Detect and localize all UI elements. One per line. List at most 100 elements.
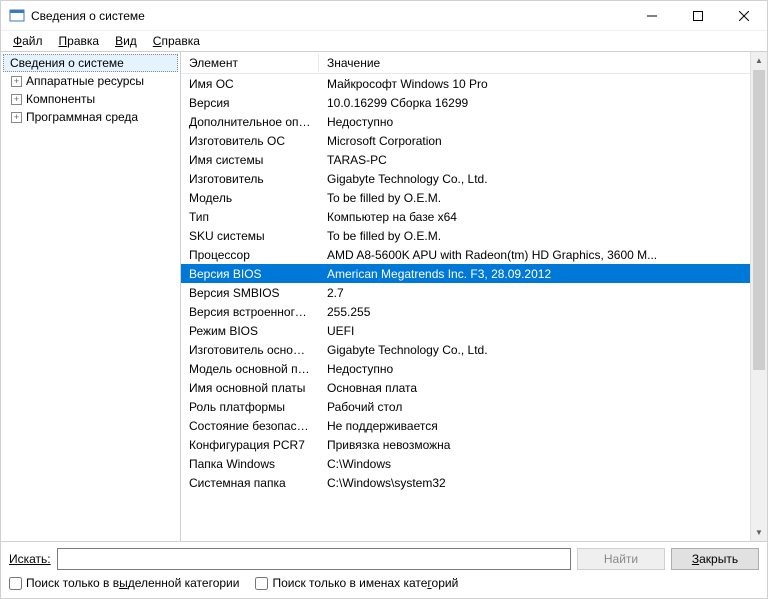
cell-value: Gigabyte Technology Co., Ltd. — [319, 342, 767, 358]
cell-value: Компьютер на базе x64 — [319, 209, 767, 225]
cell-key: Изготовитель основно... — [181, 342, 319, 358]
table-row[interactable]: Состояние безопасно...Не поддерживается — [181, 416, 767, 435]
tree-root[interactable]: Сведения о системе — [3, 54, 178, 72]
table-row[interactable]: ТипКомпьютер на базе x64 — [181, 207, 767, 226]
window-controls — [629, 1, 767, 30]
minimize-button[interactable] — [629, 1, 675, 30]
detail-table: Элемент Значение Имя ОСМайкрософт Window… — [181, 52, 767, 541]
table-row[interactable]: Папка WindowsC:\Windows — [181, 454, 767, 473]
checkbox-row: Поиск только в выделенной категории Поис… — [9, 576, 759, 590]
table-row[interactable]: Имя основной платыОсновная плата — [181, 378, 767, 397]
tree-item-hardware[interactable]: +Аппаратные ресурсы — [1, 72, 180, 90]
cell-key: Папка Windows — [181, 456, 319, 472]
cell-value: Недоступно — [319, 361, 767, 377]
table-row[interactable]: Режим BIOSUEFI — [181, 321, 767, 340]
plus-icon[interactable]: + — [11, 76, 22, 87]
cell-value: Microsoft Corporation — [319, 133, 767, 149]
cell-key: SKU системы — [181, 228, 319, 244]
menu-help[interactable]: Справка — [145, 32, 208, 50]
table-row[interactable]: ПроцессорAMD A8-5600K APU with Radeon(tm… — [181, 245, 767, 264]
checkbox-selected-category-input[interactable] — [9, 577, 22, 590]
cell-key: Изготовитель ОС — [181, 133, 319, 149]
app-icon — [9, 8, 25, 24]
column-element[interactable]: Элемент — [181, 54, 319, 72]
cell-value: To be filled by O.E.M. — [319, 228, 767, 244]
close-button[interactable] — [721, 1, 767, 30]
cell-key: Изготовитель — [181, 171, 319, 187]
main-content: Сведения о системе +Аппаратные ресурсы +… — [1, 51, 767, 541]
table-row[interactable]: Конфигурация PCR7Привязка невозможна — [181, 435, 767, 454]
titlebar: Сведения о системе — [1, 1, 767, 31]
cell-key: Тип — [181, 209, 319, 225]
search-label: Искать: — [9, 552, 51, 566]
cell-value: Рабочий стол — [319, 399, 767, 415]
cell-value: C:\Windows — [319, 456, 767, 472]
cell-key: Состояние безопасно... — [181, 418, 319, 434]
table-row[interactable]: МодельTo be filled by O.E.M. — [181, 188, 767, 207]
cell-value: TARAS-PC — [319, 152, 767, 168]
find-button[interactable]: Найти — [577, 548, 665, 570]
table-row[interactable]: Системная папкаC:\Windows\system32 — [181, 473, 767, 492]
cell-value: Основная плата — [319, 380, 767, 396]
table-row[interactable]: Версия BIOSAmerican Megatrends Inc. F3, … — [181, 264, 767, 283]
cell-key: Версия SMBIOS — [181, 285, 319, 301]
scroll-thumb[interactable] — [753, 70, 765, 370]
scroll-up-icon[interactable]: ▲ — [751, 52, 767, 69]
cell-value: Недоступно — [319, 114, 767, 130]
cell-key: Конфигурация PCR7 — [181, 437, 319, 453]
menu-edit[interactable]: Правка — [51, 32, 108, 50]
bottom-bar: Искать: Найти Закрыть Поиск только в выд… — [1, 541, 767, 598]
table-row[interactable]: ИзготовительGigabyte Technology Co., Ltd… — [181, 169, 767, 188]
cell-value: Gigabyte Technology Co., Ltd. — [319, 171, 767, 187]
cell-key: Имя системы — [181, 152, 319, 168]
cell-value: 10.0.16299 Сборка 16299 — [319, 95, 767, 111]
scroll-down-icon[interactable]: ▼ — [751, 524, 767, 541]
table-row[interactable]: Версия10.0.16299 Сборка 16299 — [181, 93, 767, 112]
cell-value: AMD A8-5600K APU with Radeon(tm) HD Grap… — [319, 247, 767, 263]
cell-key: Версия BIOS — [181, 266, 319, 282]
cell-value: American Megatrends Inc. F3, 28.09.2012 — [319, 266, 767, 282]
search-row: Искать: Найти Закрыть — [9, 548, 759, 570]
column-value[interactable]: Значение — [319, 54, 767, 72]
close-search-button[interactable]: Закрыть — [671, 548, 759, 570]
checkbox-category-names-input[interactable] — [255, 577, 268, 590]
table-row[interactable]: Модель основной пла...Недоступно — [181, 359, 767, 378]
checkbox-category-names[interactable]: Поиск только в именах категорий — [255, 576, 458, 590]
table-row[interactable]: Имя ОСМайкрософт Windows 10 Pro — [181, 74, 767, 93]
table-row[interactable]: Дополнительное опис...Недоступно — [181, 112, 767, 131]
cell-value: 255.255 — [319, 304, 767, 320]
cell-key: Системная папка — [181, 475, 319, 491]
tree-item-components[interactable]: +Компоненты — [1, 90, 180, 108]
search-input[interactable] — [57, 548, 571, 570]
table-row[interactable]: Версия SMBIOS2.7 — [181, 283, 767, 302]
table-row[interactable]: Версия встроенного к...255.255 — [181, 302, 767, 321]
plus-icon[interactable]: + — [11, 112, 22, 123]
maximize-button[interactable] — [675, 1, 721, 30]
cell-value: To be filled by O.E.M. — [319, 190, 767, 206]
table-row[interactable]: Изготовитель основно...Gigabyte Technolo… — [181, 340, 767, 359]
menu-file[interactable]: Файл — [5, 32, 51, 50]
cell-key: Режим BIOS — [181, 323, 319, 339]
tree-item-software[interactable]: +Программная среда — [1, 108, 180, 126]
vertical-scrollbar[interactable]: ▲ ▼ — [750, 52, 767, 541]
cell-key: Имя ОС — [181, 76, 319, 92]
cell-key: Роль платформы — [181, 399, 319, 415]
table-row[interactable]: Роль платформыРабочий стол — [181, 397, 767, 416]
table-header: Элемент Значение — [181, 52, 767, 74]
table-row[interactable]: Изготовитель ОСMicrosoft Corporation — [181, 131, 767, 150]
cell-key: Процессор — [181, 247, 319, 263]
cell-key: Имя основной платы — [181, 380, 319, 396]
cell-value: UEFI — [319, 323, 767, 339]
cell-key: Дополнительное опис... — [181, 114, 319, 130]
table-row[interactable]: Имя системыTARAS-PC — [181, 150, 767, 169]
table-row[interactable]: SKU системыTo be filled by O.E.M. — [181, 226, 767, 245]
menu-view[interactable]: Вид — [107, 32, 145, 50]
cell-key: Модель основной пла... — [181, 361, 319, 377]
cell-key: Версия встроенного к... — [181, 304, 319, 320]
cell-value: Привязка невозможна — [319, 437, 767, 453]
table-body: Имя ОСМайкрософт Windows 10 ProВерсия10.… — [181, 74, 767, 492]
cell-value: Не поддерживается — [319, 418, 767, 434]
plus-icon[interactable]: + — [11, 94, 22, 105]
window-title: Сведения о системе — [31, 9, 629, 23]
checkbox-selected-category[interactable]: Поиск только в выделенной категории — [9, 576, 239, 590]
